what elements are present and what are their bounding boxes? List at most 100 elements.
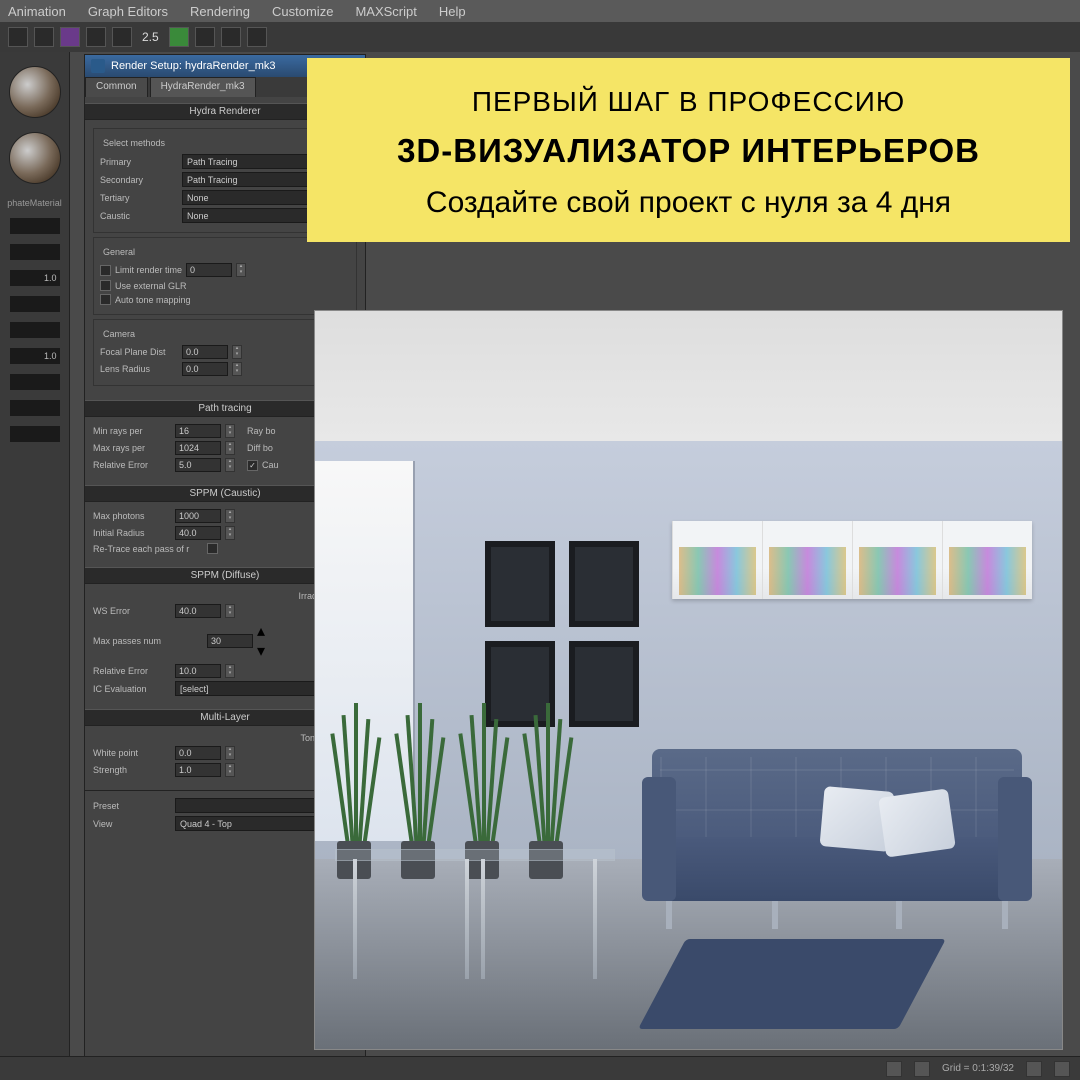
tool-icon[interactable] [86, 27, 106, 47]
tool-icon[interactable] [221, 27, 241, 47]
status-icon[interactable] [914, 1061, 930, 1077]
promo-subtitle: ПЕРВЫЙ ШАГ В ПРОФЕССИЮ [331, 86, 1046, 118]
spinner-white-point[interactable]: 0.0 [175, 746, 221, 760]
group-select-methods: Select methods [100, 138, 168, 148]
promo-banner: ПЕРВЫЙ ШАГ В ПРОФЕССИЮ 3D-ВИЗУАЛИЗАТОР И… [307, 58, 1070, 242]
main-toolbar: 2.5 [0, 22, 1080, 52]
label-primary: Primary [100, 157, 178, 167]
spinner-strength[interactable]: 1.0 [175, 763, 221, 777]
menu-rendering[interactable]: Rendering [190, 4, 250, 19]
spinner-buttons[interactable]: ▴▾ [225, 424, 235, 438]
spinner-init-radius[interactable]: 40.0 [175, 526, 221, 540]
spinner-buttons[interactable]: ▴▾ [225, 664, 235, 678]
value-swatch[interactable]: 1.0 [10, 270, 60, 286]
tab-common[interactable]: Common [85, 77, 148, 97]
label-init-radius: Initial Radius [93, 528, 171, 538]
label-tertiary: Tertiary [100, 193, 178, 203]
value-swatch[interactable] [10, 322, 60, 338]
spinner-limit-render[interactable]: 0 [186, 263, 232, 277]
material-preview-sphere[interactable] [9, 132, 61, 184]
chk-auto-tone[interactable] [100, 294, 111, 305]
spinner-max-rays[interactable]: 1024 [175, 441, 221, 455]
promo-text: Создайте свой проект с нуля за 4 дня [331, 184, 1046, 222]
tool-icon[interactable] [169, 27, 189, 47]
scene-table [335, 849, 615, 989]
label-max-rays: Max rays per [93, 443, 171, 453]
status-icon[interactable] [1026, 1061, 1042, 1077]
chk-limit-render[interactable] [100, 265, 111, 276]
spinner-buttons[interactable]: ▴▾ [236, 263, 246, 277]
label-retrace: Re-Trace each pass of r [93, 544, 203, 554]
app-icon [91, 59, 105, 73]
label-rel-error: Relative Error [93, 460, 171, 470]
spinner-buttons[interactable]: ▴▾ [232, 362, 242, 376]
spinner-buttons[interactable]: ▴▾ [225, 746, 235, 760]
spinner-max-photons[interactable]: 1000 [175, 509, 221, 523]
spinner-focal[interactable]: 0.0 [182, 345, 228, 359]
chk-caustic-label: Cau [262, 460, 279, 470]
spinner-buttons[interactable]: ▴▾ [225, 604, 235, 618]
spinner-max-passes[interactable]: 30 [207, 634, 253, 648]
status-icon[interactable] [1054, 1061, 1070, 1077]
spinner-buttons[interactable]: ▴▾ [257, 621, 265, 661]
value-swatch[interactable] [10, 296, 60, 312]
viewport-render[interactable] [314, 310, 1063, 1050]
window-title: Render Setup: hydraRender_mk3 [111, 60, 275, 72]
label-rel-error2: Relative Error [93, 666, 171, 676]
value-swatch[interactable] [10, 426, 60, 442]
label-strength: Strength [93, 765, 171, 775]
spinner-buttons[interactable]: ▴▾ [225, 441, 235, 455]
chk-retrace[interactable] [207, 543, 218, 554]
spinner-buttons[interactable]: ▴▾ [232, 345, 242, 359]
swatch-value: 1.0 [44, 351, 57, 361]
menu-graph-editors[interactable]: Graph Editors [88, 4, 168, 19]
tab-hydra[interactable]: HydraRender_mk3 [150, 77, 256, 97]
main-menu: Animation Graph Editors Rendering Custom… [0, 0, 1080, 22]
status-grid: Grid = 0:1:39/32 [942, 1063, 1014, 1074]
value-swatch[interactable]: 1.0 [10, 348, 60, 364]
status-bar: Grid = 0:1:39/32 [0, 1056, 1080, 1080]
toolbar-value: 2.5 [142, 30, 159, 44]
material-label: phateMaterial [0, 198, 69, 208]
tool-icon[interactable] [60, 27, 80, 47]
material-panel: phateMaterial 1.0 1.0 [0, 52, 70, 1062]
tool-icon[interactable] [8, 27, 28, 47]
spinner-buttons[interactable]: ▴▾ [225, 763, 235, 777]
label-max-photons: Max photons [93, 511, 171, 521]
menu-maxscript[interactable]: MAXScript [355, 4, 416, 19]
value-swatch[interactable] [10, 218, 60, 234]
label-caustic: Caustic [100, 211, 178, 221]
chk-external-glr-label: Use external GLR [115, 281, 187, 291]
spinner-ws-error[interactable]: 40.0 [175, 604, 221, 618]
spinner-buttons[interactable]: ▴▾ [225, 526, 235, 540]
menu-customize[interactable]: Customize [272, 4, 333, 19]
tool-icon[interactable] [247, 27, 267, 47]
spinner-lens[interactable]: 0.0 [182, 362, 228, 376]
value-swatch[interactable] [10, 244, 60, 260]
label-lens: Lens Radius [100, 364, 178, 374]
value-swatch[interactable] [10, 400, 60, 416]
tool-icon[interactable] [34, 27, 54, 47]
status-icon[interactable] [886, 1061, 902, 1077]
spinner-min-rays[interactable]: 16 [175, 424, 221, 438]
label-secondary: Secondary [100, 175, 178, 185]
label-ic-eval: IC Evaluation [93, 684, 171, 694]
spinner-buttons[interactable]: ▴▾ [225, 458, 235, 472]
tool-icon[interactable] [195, 27, 215, 47]
chk-external-glr[interactable] [100, 280, 111, 291]
label-min-rays: Min rays per [93, 426, 171, 436]
menu-help[interactable]: Help [439, 4, 466, 19]
scene-ceiling [315, 311, 1062, 441]
tool-icon[interactable] [112, 27, 132, 47]
scene-pillow [878, 788, 956, 857]
menu-animation[interactable]: Animation [8, 4, 66, 19]
label-preset: Preset [93, 801, 171, 811]
spinner-buttons[interactable]: ▴▾ [225, 509, 235, 523]
scene-rug [638, 939, 946, 1029]
material-preview-sphere[interactable] [9, 66, 61, 118]
spinner-rel-error2[interactable]: 10.0 [175, 664, 221, 678]
value-swatch[interactable] [10, 374, 60, 390]
chk-caustic-enable[interactable] [247, 460, 258, 471]
spinner-rel-error[interactable]: 5.0 [175, 458, 221, 472]
label-ray-bo: Ray bo [247, 426, 276, 436]
